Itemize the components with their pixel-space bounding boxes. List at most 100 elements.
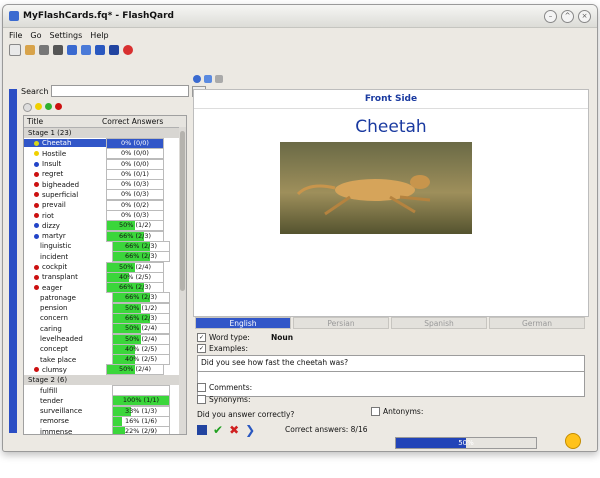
menu-file[interactable]: File	[9, 31, 22, 40]
back-arrow-icon[interactable]	[67, 45, 77, 55]
examples-checkbox[interactable]: ✓	[197, 344, 206, 353]
card-row[interactable]: take place 40% (2/5)	[24, 354, 186, 366]
new-file-icon[interactable]	[9, 44, 21, 56]
card-row[interactable]: concept 40% (2/5)	[24, 343, 186, 355]
tab-english[interactable]: English	[195, 317, 291, 329]
card-row[interactable]: surveillance 33% (1/3)	[24, 405, 186, 417]
status-dot-icon	[34, 161, 39, 167]
card-title: concept	[40, 345, 68, 354]
card-row[interactable]: clumsy 50% (2/4)	[24, 364, 186, 376]
antonyms-checkbox[interactable]	[371, 407, 380, 416]
correct-check-icon[interactable]: ✔	[213, 423, 223, 437]
wrong-cross-icon[interactable]: ✖	[229, 423, 239, 437]
maximize-button[interactable]: ^	[561, 9, 574, 23]
window-title: MyFlashCards.fq* - FlashQard	[23, 11, 174, 21]
card-row[interactable]: riot 0% (0/3)	[24, 210, 186, 222]
card-row[interactable]: transplant 40% (2/5)	[24, 271, 186, 283]
card-row[interactable]: remorse 16% (1/6)	[24, 415, 186, 427]
card-row[interactable]: fulfill	[24, 385, 186, 397]
card-row[interactable]: caring 50% (2/4)	[24, 323, 186, 335]
minimize-button[interactable]: –	[544, 9, 557, 23]
card-row[interactable]: linguistic 66% (2/3)	[24, 240, 186, 252]
filter-yellow-icon[interactable]	[35, 103, 42, 110]
comments-field[interactable]	[197, 371, 585, 397]
card-row[interactable]: superficial 0% (0/3)	[24, 189, 186, 201]
menu-settings[interactable]: Settings	[49, 31, 82, 40]
answer-progress-text: 0% (0/0)	[121, 159, 149, 168]
card-row[interactable]: immense 22% (2/9)	[24, 426, 186, 434]
card-title: regret	[42, 170, 64, 179]
card-row[interactable]: prevail 0% (0/2)	[24, 199, 186, 211]
answer-progress-text: 50% (2/4)	[124, 334, 158, 343]
card-row[interactable]: levelheaded 50% (2/4)	[24, 333, 186, 345]
card-title-cell: eager	[24, 284, 106, 292]
filter-icon[interactable]	[215, 75, 223, 83]
prev-icon[interactable]	[193, 75, 201, 83]
card-title: levelheaded	[40, 335, 83, 344]
col-title[interactable]: Title	[24, 116, 99, 127]
card-title: clumsy	[42, 365, 67, 374]
open-folder-icon[interactable]	[25, 45, 35, 55]
card-row[interactable]: regret 0% (0/1)	[24, 168, 186, 180]
card-title: patronage	[40, 293, 76, 302]
card-icon[interactable]	[197, 425, 207, 435]
tab-spanish[interactable]: Spanish	[391, 317, 487, 329]
card-row[interactable]: pension 50% (1/2)	[24, 302, 186, 314]
quit-icon[interactable]	[123, 45, 133, 55]
next-arrow-icon[interactable]: ❯	[245, 423, 255, 437]
card-row[interactable]: concern 66% (2/3)	[24, 313, 186, 324]
card-title: linguistic	[40, 242, 72, 251]
synonyms-checkbox[interactable]	[197, 395, 206, 404]
filter-red-icon[interactable]	[55, 103, 62, 110]
card-title: prevail	[42, 201, 66, 210]
card-row[interactable]: Cheetah 0% (0/0)	[24, 137, 186, 149]
col-correct-answers[interactable]: Correct Answers	[99, 116, 182, 127]
card-row[interactable]: bigheaded 0% (0/3)	[24, 179, 186, 191]
next-card-icon[interactable]	[81, 45, 91, 55]
card-row[interactable]: dizzy 50% (1/2)	[24, 220, 186, 232]
tab-german[interactable]: German	[489, 317, 585, 329]
antonyms-row: Antonyms:	[371, 407, 423, 416]
answer-progress-text: 50% (2/4)	[118, 262, 152, 271]
card-row[interactable]: Insult 0% (0/0)	[24, 158, 186, 170]
card-title-cell: concern	[24, 314, 112, 322]
comments-checkbox[interactable]	[197, 383, 206, 392]
tab-persian[interactable]: Persian	[293, 317, 389, 329]
card-title-cell: Cheetah	[24, 139, 106, 148]
search-input[interactable]	[51, 85, 190, 97]
card-row[interactable]: martyr 66% (2/3)	[24, 230, 186, 242]
answer-progress-text: 0% (0/3)	[121, 180, 149, 189]
card-row[interactable]: patronage 66% (2/3)	[24, 292, 186, 304]
status-dot-icon	[34, 285, 39, 291]
filter-green-icon[interactable]	[45, 103, 52, 110]
card-icon[interactable]	[109, 45, 119, 55]
card-title-cell: patronage	[24, 294, 112, 302]
status-dot-icon	[34, 223, 39, 229]
menu-go[interactable]: Go	[30, 31, 41, 40]
card-title-cell: dizzy	[24, 222, 106, 230]
correct-answers-count: Correct answers: 8/16	[285, 425, 368, 434]
card-title: surveillance	[40, 407, 83, 416]
filter-all-icon[interactable]	[23, 103, 32, 112]
save-icon[interactable]	[53, 45, 63, 55]
close-button[interactable]: ×	[578, 9, 591, 23]
card-row[interactable]: tender 100% (1/1)	[24, 395, 186, 407]
list-icon[interactable]	[95, 45, 105, 55]
card-row[interactable]: eager 66% (2/3)	[24, 282, 186, 294]
card-row[interactable]: incident 66% (2/3)	[24, 251, 186, 263]
edit-icon[interactable]	[39, 45, 49, 55]
word-type-checkbox[interactable]: ✓	[197, 333, 206, 342]
answer-progress-text: 66% (2/3)	[124, 314, 158, 322]
filter-dots	[23, 103, 62, 112]
stage-row[interactable]: Stage 1 (23)	[24, 128, 186, 139]
stage-row[interactable]: Stage 2 (6)	[24, 375, 186, 386]
card-title: martyr	[42, 232, 66, 241]
card-row[interactable]: cockpit 50% (2/4)	[24, 261, 186, 273]
tree-scrollbar[interactable]	[179, 127, 186, 434]
swap-icon[interactable]	[204, 75, 212, 83]
card-title-cell: superficial	[24, 191, 106, 199]
word-type-row: ✓ Word type: Noun	[197, 333, 293, 342]
card-row[interactable]: Hostile 0% (0/0)	[24, 148, 186, 160]
answer-progress-fill	[113, 416, 122, 426]
menu-help[interactable]: Help	[90, 31, 108, 40]
